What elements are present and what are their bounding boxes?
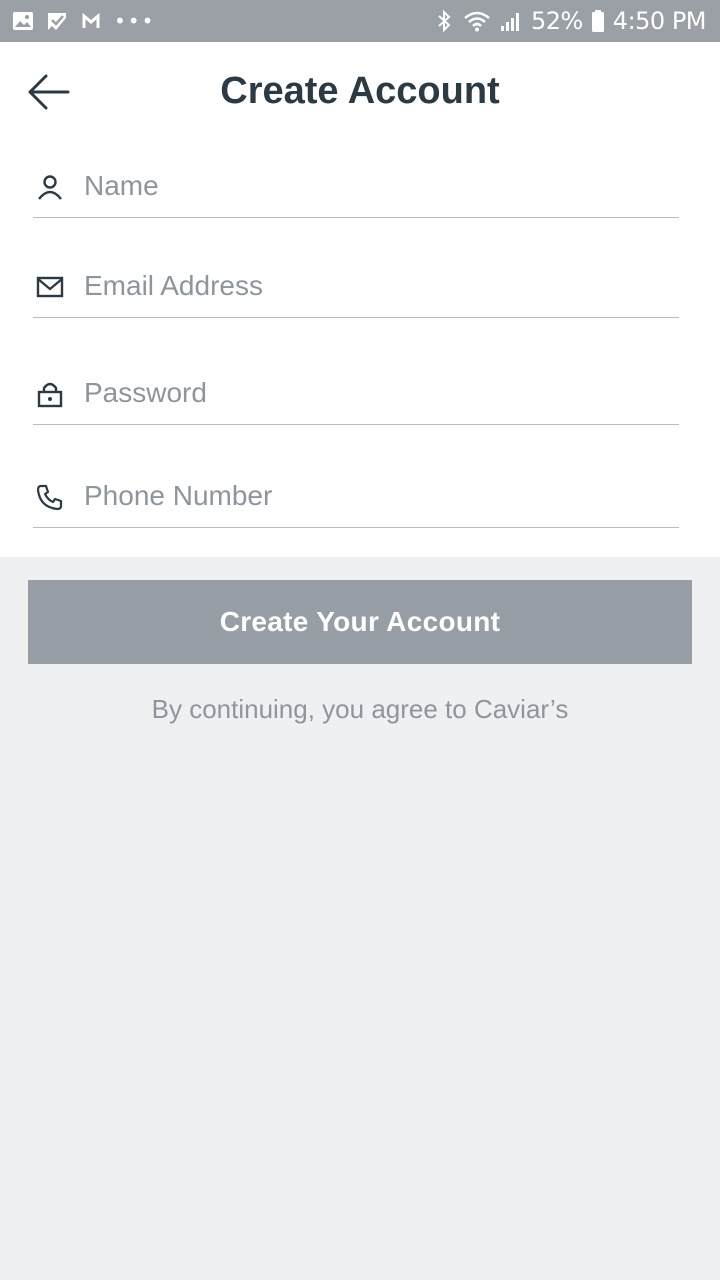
password-field — [33, 365, 679, 425]
check-icon — [46, 10, 68, 32]
page-title: Create Account — [220, 70, 500, 112]
create-account-button[interactable]: Create Your Account — [28, 580, 692, 664]
battery-percent: 52% — [530, 7, 583, 35]
gmail-icon — [80, 10, 102, 32]
name-field — [33, 158, 679, 218]
screen: ••• 52% 4:50 PM Create Account Name Emai… — [0, 0, 720, 1280]
phone-icon — [35, 482, 65, 512]
more-dots-icon: ••• — [114, 9, 156, 33]
image-icon — [12, 10, 34, 32]
status-left: ••• — [12, 9, 155, 33]
email-input[interactable] — [84, 264, 664, 308]
name-input[interactable] — [84, 164, 664, 208]
person-icon — [35, 172, 65, 202]
clock: 4:50 PM — [612, 7, 707, 35]
status-bar: ••• 52% 4:50 PM — [0, 0, 720, 42]
phone-input[interactable] — [84, 474, 664, 518]
form-area: Create Account — [0, 42, 720, 557]
terms-text: By continuing, you agree to Caviar’s — [151, 694, 569, 724]
mail-icon — [35, 272, 65, 302]
status-right: 52% 4:50 PM — [433, 7, 707, 35]
wifi-icon — [463, 10, 491, 32]
password-input[interactable] — [84, 371, 664, 415]
email-field — [33, 258, 679, 318]
signal-icon — [499, 10, 523, 32]
bluetooth-icon — [433, 9, 455, 33]
battery-icon — [591, 10, 605, 32]
phone-field — [33, 468, 679, 528]
lock-icon — [35, 379, 65, 409]
